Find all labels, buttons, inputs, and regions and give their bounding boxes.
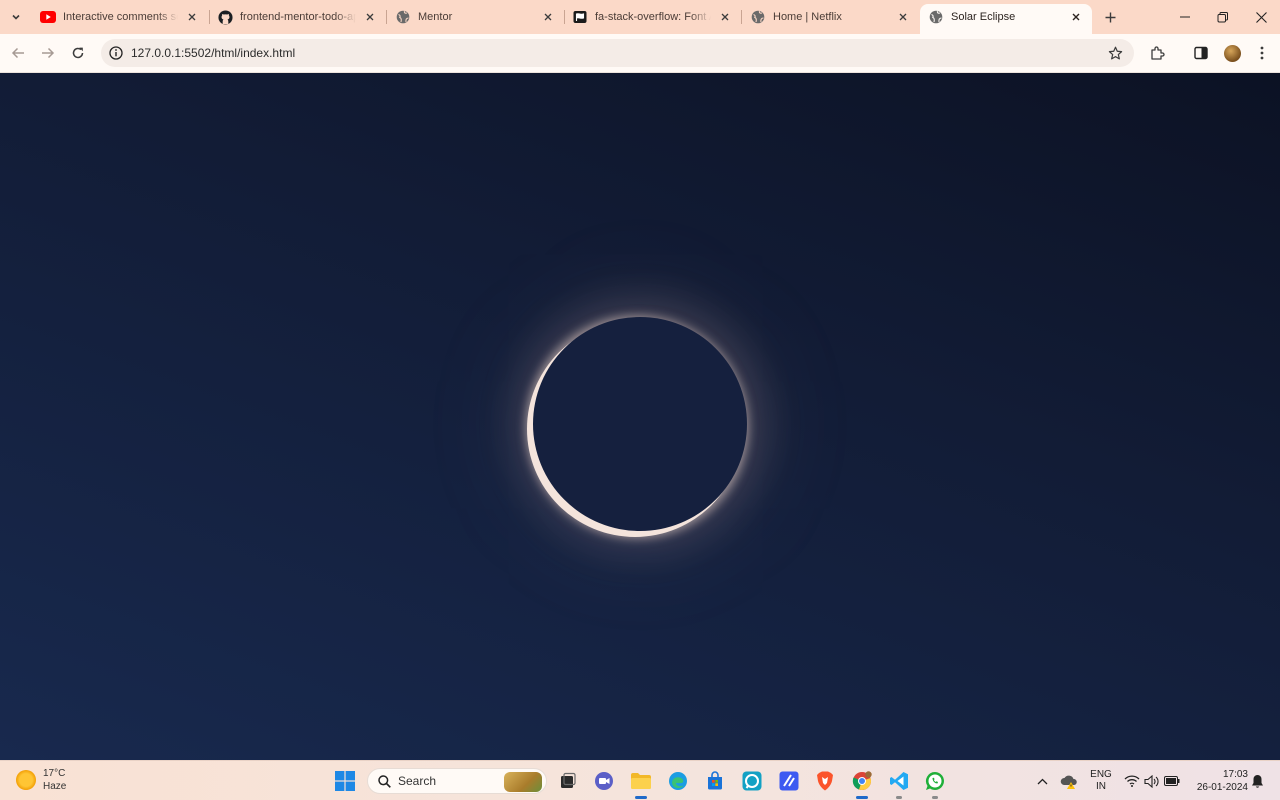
tab-youtube[interactable]: Interactive comments secti — [32, 4, 208, 30]
close-tab-icon[interactable] — [717, 9, 733, 25]
globe-icon — [928, 9, 944, 25]
globe-icon — [750, 9, 766, 25]
weather-condition: Haze — [43, 781, 67, 792]
close-tab-icon[interactable] — [1068, 9, 1084, 25]
tab-font-awesome[interactable]: fa-stack-overflow: Font Aw — [564, 4, 741, 30]
region-code: IN — [1096, 781, 1106, 792]
close-tab-icon[interactable] — [184, 9, 200, 25]
minimize-icon[interactable] — [1173, 5, 1197, 29]
tab-solar-eclipse[interactable]: Solar Eclipse — [920, 4, 1092, 34]
solar-eclipse-moon — [533, 317, 747, 531]
youtube-icon — [40, 9, 56, 25]
browser-tab-strip: Interactive comments secti frontend-ment… — [0, 0, 1280, 34]
font-awesome-icon — [572, 9, 588, 25]
site-info-icon[interactable] — [108, 45, 124, 61]
search-label: Search — [398, 774, 437, 788]
page-viewport — [0, 73, 1280, 760]
tab-title: frontend-mentor-todo-app — [240, 11, 356, 23]
start-icon[interactable] — [333, 769, 357, 793]
github-icon — [217, 9, 233, 25]
profile-avatar-icon[interactable] — [1222, 43, 1242, 63]
chrome-icon[interactable] — [850, 769, 874, 799]
globe-icon — [395, 9, 411, 25]
pen-app-icon[interactable] — [777, 769, 801, 793]
task-view-icon[interactable] — [556, 769, 580, 793]
new-tab-plus-icon[interactable] — [1100, 7, 1120, 27]
notification-bell-icon[interactable] — [1245, 769, 1269, 793]
system-clock[interactable]: 17:03 26-01-2024 — [1188, 761, 1248, 800]
input-language[interactable]: ENG IN — [1088, 761, 1114, 800]
taskbar-search[interactable]: Search — [367, 768, 547, 794]
browser-toolbar — [0, 34, 1280, 73]
meet-icon[interactable] — [592, 769, 616, 793]
close-tab-icon[interactable] — [895, 9, 911, 25]
tab-mentor[interactable]: Mentor — [387, 4, 564, 30]
onedrive-warning-icon[interactable] — [1057, 769, 1081, 793]
tab-search-chevron-icon[interactable] — [5, 6, 27, 28]
reload-icon[interactable] — [67, 42, 89, 64]
search-icon — [377, 774, 391, 788]
battery-icon[interactable] — [1160, 769, 1184, 793]
restore-icon[interactable] — [1210, 5, 1234, 29]
brave-icon[interactable] — [813, 769, 837, 793]
close-window-icon[interactable] — [1249, 5, 1273, 29]
close-tab-icon[interactable] — [362, 9, 378, 25]
extensions-puzzle-icon[interactable] — [1147, 43, 1167, 63]
url-input[interactable] — [131, 46, 1031, 60]
tab-netflix[interactable]: Home | Netflix — [742, 4, 919, 30]
bookmark-star-icon[interactable] — [1107, 45, 1123, 61]
tab-title: Mentor — [418, 11, 453, 23]
weather-widget[interactable]: 17°C Haze — [16, 767, 66, 793]
address-bar[interactable] — [101, 39, 1134, 67]
tab-title: fa-stack-overflow: Font Aw — [595, 11, 711, 23]
weather-temperature: 17°C — [43, 768, 66, 779]
tab-title: Home | Netflix — [773, 11, 842, 23]
tab-title: Solar Eclipse — [951, 11, 1016, 23]
side-panel-icon[interactable] — [1191, 43, 1211, 63]
windows-taskbar: 17°C Haze Search ENG IN 17:03 26-01-2024 — [0, 760, 1280, 800]
haze-sun-icon — [16, 770, 36, 790]
language-code: ENG — [1090, 769, 1112, 780]
kebab-menu-icon[interactable] — [1252, 43, 1272, 63]
alexa-icon[interactable] — [740, 769, 764, 793]
forward-arrow-icon[interactable] — [37, 42, 59, 64]
whatsapp-icon[interactable] — [923, 769, 947, 799]
store-icon[interactable] — [703, 769, 727, 793]
chevron-up-icon[interactable] — [1030, 769, 1054, 793]
clock-date: 26-01-2024 — [1196, 782, 1248, 793]
file-explorer-icon[interactable] — [629, 769, 653, 799]
back-arrow-icon[interactable] — [7, 42, 29, 64]
vscode-icon[interactable] — [887, 769, 911, 799]
tab-title: Interactive comments secti — [63, 11, 178, 23]
tab-github[interactable]: frontend-mentor-todo-app — [209, 4, 386, 30]
close-tab-icon[interactable] — [540, 9, 556, 25]
search-highlight-image — [504, 772, 542, 792]
edge-icon[interactable] — [666, 769, 690, 793]
